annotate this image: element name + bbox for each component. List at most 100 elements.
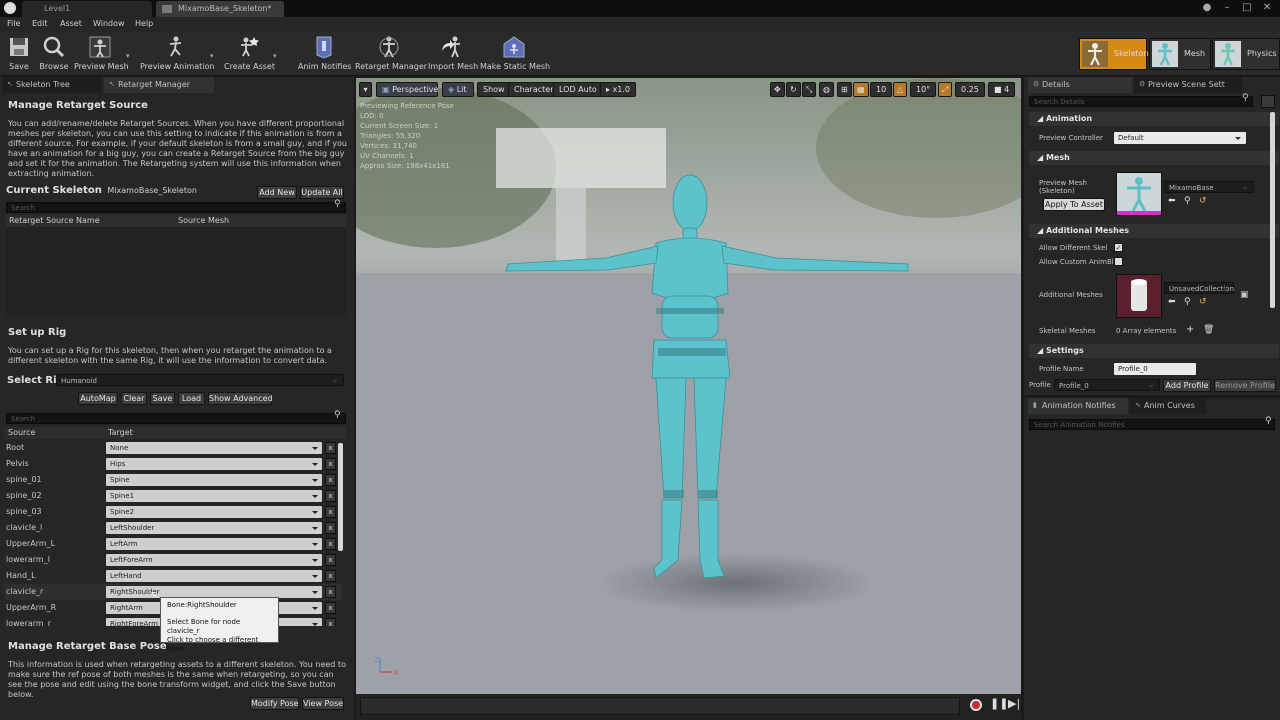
- menu-edit[interactable]: Edit: [32, 19, 48, 28]
- save-rig-button[interactable]: Save: [150, 392, 175, 405]
- scale-icon[interactable]: ⤡: [802, 82, 817, 97]
- rig-search-input[interactable]: Search: [6, 413, 346, 424]
- chevron-down-icon[interactable]: ▾: [210, 52, 214, 60]
- bone-target-dropdown[interactable]: Spine1: [106, 490, 322, 502]
- bone-target-dropdown[interactable]: Spine: [106, 474, 322, 486]
- user-icon[interactable]: ●: [1196, 0, 1218, 16]
- tab-level1[interactable]: Level1: [22, 1, 152, 17]
- add-element-icon[interactable]: +: [1186, 324, 1194, 335]
- retarget-source-search-input[interactable]: Search: [6, 202, 346, 213]
- bone-target-dropdown[interactable]: LeftForeArm: [106, 554, 322, 566]
- mode-mesh-button[interactable]: Mesh: [1149, 38, 1211, 70]
- section-settings[interactable]: ◢ Settings: [1029, 344, 1279, 358]
- apply-to-asset-button[interactable]: Apply To Asset: [1043, 198, 1105, 211]
- bone-target-dropdown[interactable]: Hips: [106, 458, 322, 470]
- import-mesh-button[interactable]: Import Mesh: [428, 32, 478, 76]
- clear-mapping-button[interactable]: x: [325, 474, 336, 486]
- allow-different-skeletons-checkbox[interactable]: ✓: [1114, 243, 1123, 252]
- profile-dropdown[interactable]: Profile_0: [1054, 379, 1160, 391]
- profile-name-input[interactable]: Profile_0: [1114, 363, 1196, 375]
- tab-preview-scene-settings[interactable]: ⚙ Preview Scene Sett: [1134, 77, 1242, 93]
- preview-mesh-thumbnail[interactable]: [1116, 172, 1162, 216]
- mode-physics-button[interactable]: Physics: [1212, 38, 1280, 70]
- clear-mapping-button[interactable]: x: [325, 522, 336, 534]
- clear-mapping-button[interactable]: x: [325, 490, 336, 502]
- grid-snap-icon[interactable]: ▦: [853, 82, 869, 97]
- clear-mapping-button[interactable]: x: [325, 618, 336, 626]
- viewport[interactable]: [356, 78, 1021, 694]
- reset-icon[interactable]: ↺: [1199, 196, 1207, 206]
- preview-controller-dropdown[interactable]: Default: [1114, 132, 1246, 144]
- mode-skeleton-button[interactable]: Skeleton: [1079, 38, 1149, 70]
- make-static-mesh-button[interactable]: Make Static Mesh: [480, 32, 550, 76]
- grid-snap-value[interactable]: 10: [870, 82, 893, 97]
- perspective-button[interactable]: ▣ Perspective: [376, 82, 438, 97]
- step-forward-icon[interactable]: ▶|: [1008, 697, 1020, 710]
- bone-target-dropdown[interactable]: LeftShoulder: [106, 522, 322, 534]
- view-options-icon[interactable]: [1261, 95, 1275, 108]
- menu-help[interactable]: Help: [135, 19, 153, 28]
- timeline-track[interactable]: [360, 697, 960, 715]
- clear-mapping-button[interactable]: x: [325, 586, 336, 598]
- lod-button[interactable]: LOD Auto: [553, 82, 603, 97]
- preview-animation-button[interactable]: Preview Animation: [140, 32, 214, 76]
- clear-mapping-button[interactable]: x: [325, 506, 336, 518]
- tab-animation-notifies[interactable]: ▮ Animation Notifies: [1028, 398, 1128, 414]
- browse-button[interactable]: Browse: [38, 32, 70, 76]
- tab-details[interactable]: ⚙ Details: [1028, 77, 1132, 93]
- menu-file[interactable]: File: [7, 19, 20, 28]
- playback-speed-button[interactable]: ▸ x1.0: [600, 82, 637, 97]
- chevron-down-icon[interactable]: ▾: [273, 52, 277, 60]
- preview-mesh-button[interactable]: Preview Mesh: [74, 32, 129, 76]
- tab-retarget-manager[interactable]: ↖ Retarget Manager: [104, 77, 214, 93]
- minimize-button[interactable]: –: [1216, 0, 1238, 16]
- delete-elements-icon[interactable]: 🗑: [1203, 325, 1214, 335]
- browse-asset-icon[interactable]: ⚲: [1184, 196, 1191, 206]
- tab-skeleton[interactable]: MixamoBase_Skeleton*: [156, 1, 284, 17]
- create-asset-button[interactable]: Create Asset: [224, 32, 275, 76]
- clear-mapping-button[interactable]: x: [325, 442, 336, 454]
- add-new-button[interactable]: Add New: [257, 186, 297, 199]
- pause-icon[interactable]: ❚❚: [990, 697, 1008, 710]
- clear-mapping-button[interactable]: x: [325, 554, 336, 566]
- tab-anim-curves[interactable]: ∿ Anim Curves: [1130, 398, 1206, 414]
- section-additional-meshes[interactable]: ◢ Additional Meshes: [1029, 224, 1279, 238]
- reset-icon[interactable]: ↺: [1199, 297, 1207, 307]
- use-selected-icon[interactable]: ⬅: [1168, 297, 1176, 307]
- clear-mapping-button[interactable]: x: [325, 458, 336, 470]
- add-profile-button[interactable]: Add Profile: [1163, 379, 1211, 392]
- bone-target-dropdown[interactable]: LeftArm: [106, 538, 322, 550]
- browse-asset-icon[interactable]: ⚲: [1184, 297, 1191, 307]
- rotation-snap-value[interactable]: 10°: [910, 82, 937, 97]
- remove-profile-button[interactable]: Remove Profile: [1214, 379, 1276, 392]
- clear-mapping-button[interactable]: x: [325, 538, 336, 550]
- retarget-manager-button[interactable]: Retarget Manager: [355, 32, 427, 76]
- lit-button[interactable]: ◈ Lit: [442, 82, 474, 97]
- maximize-button[interactable]: □: [1236, 0, 1258, 16]
- rotate-icon[interactable]: ↻: [786, 82, 801, 97]
- section-mesh[interactable]: ◢ Mesh: [1029, 151, 1279, 165]
- camera-speed-button[interactable]: ■ 4: [988, 82, 1016, 97]
- use-selected-icon[interactable]: ⬅: [1168, 196, 1176, 206]
- details-scrollbar[interactable]: [1270, 112, 1275, 308]
- additional-meshes-thumbnail[interactable]: [1116, 274, 1162, 318]
- menu-asset[interactable]: Asset: [60, 19, 82, 28]
- view-pose-button[interactable]: View Pose: [302, 697, 344, 710]
- tab-skeleton-tree[interactable]: ↖ Skeleton Tree: [2, 77, 102, 93]
- additional-meshes-dropdown[interactable]: UnsavedCollection: [1164, 282, 1234, 294]
- allow-custom-animbp-checkbox[interactable]: [1114, 257, 1123, 266]
- record-icon[interactable]: [970, 699, 982, 711]
- close-button[interactable]: ✕: [1256, 0, 1278, 16]
- load-button[interactable]: Load: [178, 392, 205, 405]
- chevron-down-icon[interactable]: ▾: [126, 52, 130, 60]
- world-space-icon[interactable]: ◍: [819, 82, 834, 97]
- menu-window[interactable]: Window: [93, 19, 125, 28]
- rotation-snap-icon[interactable]: △: [893, 82, 908, 97]
- automap-button[interactable]: AutoMap: [78, 392, 118, 405]
- preview-mesh-dropdown[interactable]: MixamoBase: [1164, 181, 1254, 193]
- bone-target-dropdown[interactable]: None: [106, 442, 322, 454]
- select-rig-dropdown[interactable]: Humanoid: [56, 374, 344, 386]
- scale-snap-value[interactable]: 0.25: [955, 82, 985, 97]
- viewport-options-button[interactable]: ▾: [359, 82, 372, 97]
- show-button[interactable]: Show: [477, 82, 511, 97]
